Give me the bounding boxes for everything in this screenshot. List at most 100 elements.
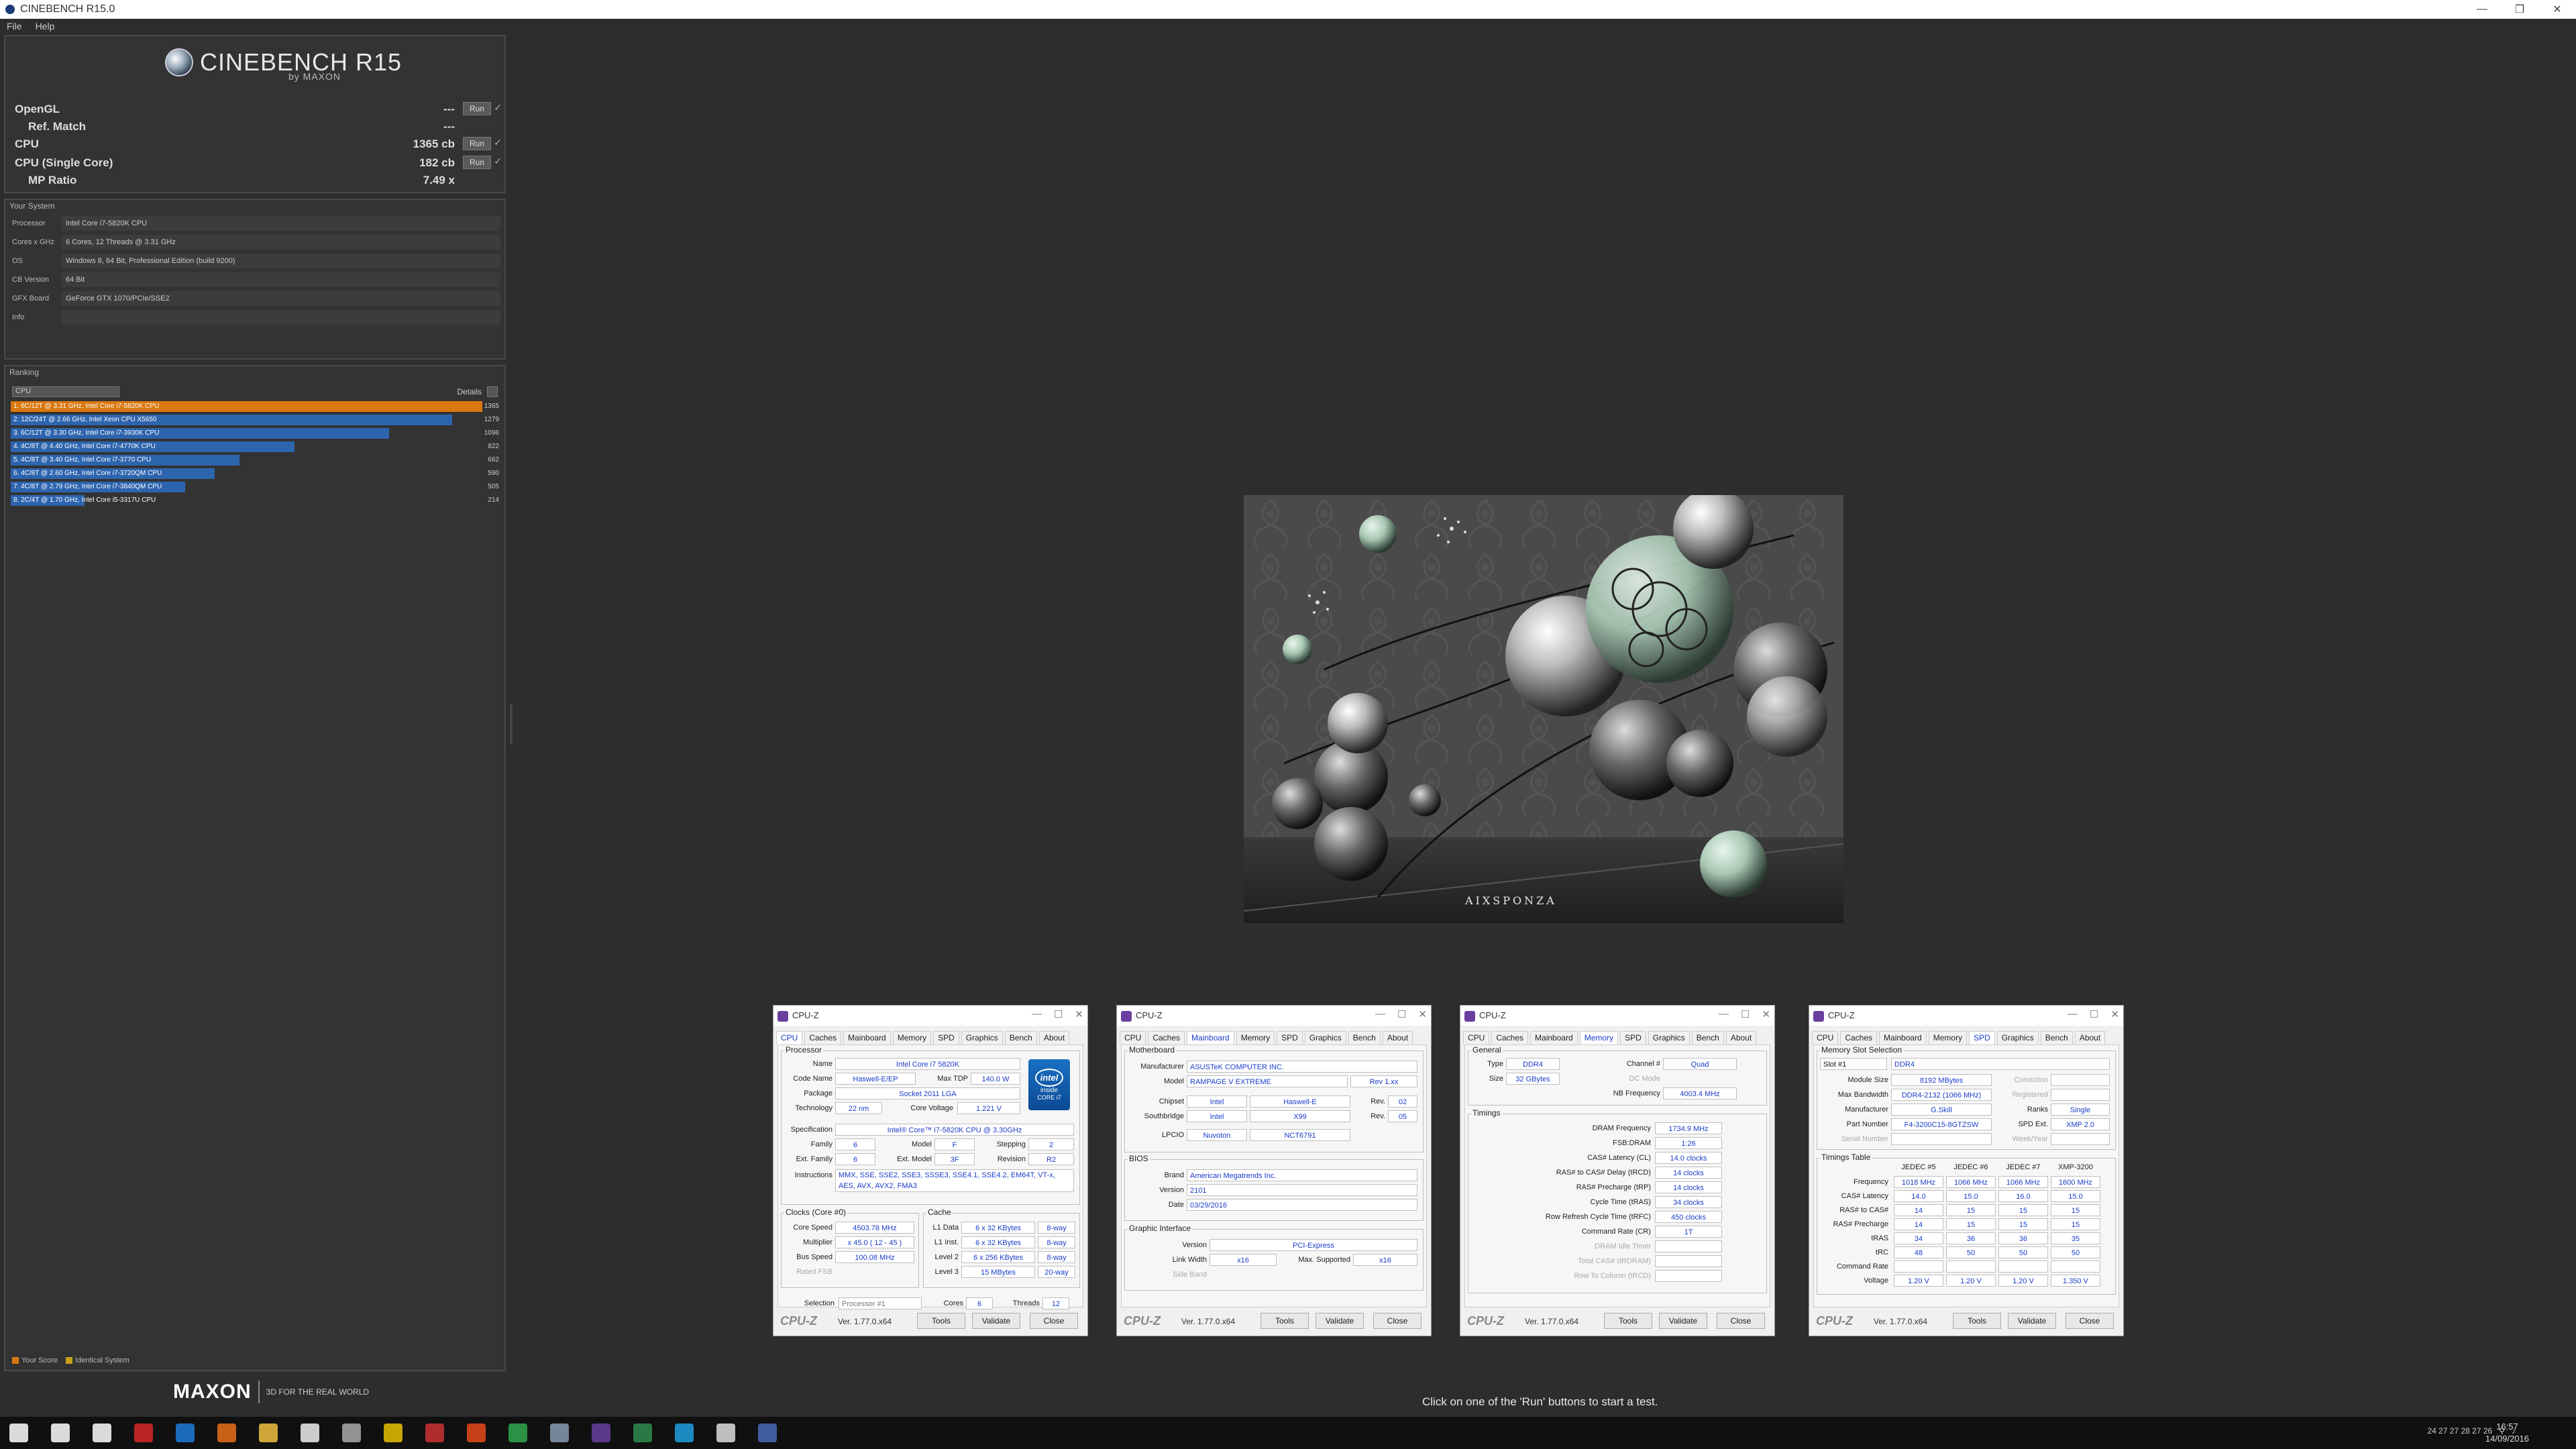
tools-button[interactable]: Tools [917,1313,965,1329]
maximize-icon[interactable]: ☐ [2090,1008,2098,1020]
tab-graphics[interactable]: Graphics [961,1031,1003,1044]
close-button[interactable]: Close [1717,1313,1765,1329]
ranking-row[interactable]: 5. 4C/8T @ 3.40 GHz, Intel Core i7-3770 … [11,455,502,467]
tab-bench[interactable]: Bench [1691,1031,1724,1044]
tab-memory[interactable]: Memory [1236,1031,1275,1044]
tab-cpu[interactable]: CPU [1812,1031,1839,1044]
tab-graphics[interactable]: Graphics [1648,1031,1690,1044]
taskbar-clock[interactable]: 16:57 14/09/2016 [2485,1421,2529,1445]
details-toggle-button[interactable] [487,386,498,397]
checkbox-cpu-single[interactable]: ✓ [494,156,502,167]
tab-spd[interactable]: SPD [1277,1031,1303,1044]
ranking-row[interactable]: 4. 4C/8T @ 4.40 GHz, Intel Core i7-4770K… [11,441,502,453]
run-cpu-button[interactable]: Run [463,137,491,150]
close-button[interactable]: Close [1373,1313,1421,1329]
tab-about[interactable]: About [1382,1031,1413,1044]
minimize-icon[interactable]: — [1375,1008,1385,1020]
tab-bench[interactable]: Bench [1004,1031,1037,1044]
tab-graphics[interactable]: Graphics [1996,1031,2039,1044]
close-icon[interactable]: ✕ [1418,1008,1427,1020]
tab-graphics[interactable]: Graphics [1304,1031,1346,1044]
tab-caches[interactable]: Caches [1840,1031,1878,1044]
tab-memory[interactable]: Memory [1928,1031,1968,1044]
app-icon-orange[interactable] [467,1424,486,1442]
tools-button[interactable]: Tools [1953,1313,2001,1329]
tools-button[interactable]: Tools [1604,1313,1652,1329]
validate-button[interactable]: Validate [1659,1313,1707,1329]
tab-caches[interactable]: Caches [1491,1031,1529,1044]
tab-about[interactable]: About [1725,1031,1757,1044]
file-explorer-icon[interactable] [259,1424,278,1442]
close-icon[interactable]: ✕ [1075,1008,1083,1020]
validate-button[interactable]: Validate [1316,1313,1364,1329]
tab-cpu[interactable]: CPU [776,1031,803,1044]
processor-select[interactable]: Processor #1 [839,1297,922,1309]
maximize-icon[interactable]: ☐ [1741,1008,1750,1020]
menu-help[interactable]: Help [36,21,55,32]
tab-mainboard[interactable]: Mainboard [1879,1031,1927,1044]
tab-mainboard[interactable]: Mainboard [1187,1031,1234,1044]
tab-caches[interactable]: Caches [804,1031,842,1044]
edge-icon[interactable] [176,1424,195,1442]
panel-splitter[interactable] [510,704,513,745]
close-icon[interactable]: ✕ [1762,1008,1770,1020]
minimize-icon[interactable]: — [1032,1008,1042,1020]
close-button[interactable]: Close [1030,1313,1078,1329]
tab-caches[interactable]: Caches [1148,1031,1185,1044]
start-icon[interactable] [9,1424,28,1442]
cinebench-task-icon[interactable] [592,1424,610,1442]
checkbox-cpu[interactable]: ✓ [494,137,502,148]
tab-spd[interactable]: SPD [1620,1031,1646,1044]
tab-cpu[interactable]: CPU [1120,1031,1146,1044]
skype-icon[interactable] [675,1424,694,1442]
app-icon-dark[interactable] [425,1424,444,1442]
ranking-row[interactable]: 2. 12C/24T @ 2.66 GHz, Intel Xeon CPU X5… [11,415,502,427]
validate-button[interactable]: Validate [2008,1313,2056,1329]
menu-file[interactable]: File [7,21,22,32]
tab-memory[interactable]: Memory [892,1031,932,1044]
tab-spd[interactable]: SPD [1969,1031,1995,1044]
tab-about[interactable]: About [2074,1031,2106,1044]
ranking-select[interactable]: CPU [12,386,119,397]
tab-bench[interactable]: Bench [2040,1031,2073,1044]
tools-button[interactable]: Tools [1260,1313,1309,1329]
tab-cpu[interactable]: CPU [1463,1031,1490,1044]
task-view-icon[interactable] [93,1424,111,1442]
minimize-icon[interactable]: — [2068,1008,2078,1020]
maximize-icon[interactable]: ☐ [1054,1008,1063,1020]
cpuz-task-icon[interactable] [758,1424,777,1442]
ranking-row[interactable]: 7. 4C/8T @ 2.79 GHz, Intel Core i7-3840Q… [11,482,502,494]
search-icon[interactable] [51,1424,70,1442]
tab-about[interactable]: About [1038,1031,1070,1044]
minimize-button[interactable]: — [2463,0,2501,19]
app-icon-yellow[interactable] [384,1424,402,1442]
checkbox-opengl[interactable]: ✓ [494,102,502,113]
ranking-row[interactable]: 1. 6C/12T @ 3.31 GHz, Intel Core i7-5820… [11,401,502,413]
tab-mainboard[interactable]: Mainboard [1530,1031,1578,1044]
tab-mainboard[interactable]: Mainboard [843,1031,891,1044]
run-opengl-button[interactable]: Run [463,102,491,115]
ranking-row[interactable]: 3. 6C/12T @ 3.30 GHz, Intel Core i7-3930… [11,428,502,440]
app-icon-red[interactable] [134,1424,153,1442]
calendar-icon[interactable] [301,1424,319,1442]
run-cpu-single-button[interactable]: Run [463,156,491,169]
maximize-button[interactable]: ❐ [2501,0,2538,19]
app-icon-gray[interactable] [342,1424,361,1442]
validate-button[interactable]: Validate [972,1313,1020,1329]
close-button[interactable]: Close [2065,1313,2114,1329]
minimize-icon[interactable]: — [1719,1008,1729,1020]
tab-bench[interactable]: Bench [1348,1031,1381,1044]
slot-select[interactable]: Slot #1 [1820,1058,1887,1070]
firefox-icon[interactable] [217,1424,236,1442]
app-icon-bird[interactable] [550,1424,569,1442]
maximize-icon[interactable]: ☐ [1397,1008,1406,1020]
calculator-icon[interactable] [716,1424,735,1442]
close-icon[interactable]: ✕ [2110,1008,2119,1020]
app-icon-green[interactable] [633,1424,652,1442]
ranking-row[interactable]: 8. 2C/4T @ 1.70 GHz, Intel Core i5-3317U… [11,495,502,507]
app-icon-multi[interactable] [508,1424,527,1442]
tab-memory[interactable]: Memory [1579,1031,1619,1044]
ranking-row[interactable]: 6. 4C/8T @ 2.60 GHz, Intel Core i7-3720Q… [11,468,502,480]
close-button[interactable]: ✕ [2538,0,2576,19]
system-info-field[interactable] [62,310,500,325]
